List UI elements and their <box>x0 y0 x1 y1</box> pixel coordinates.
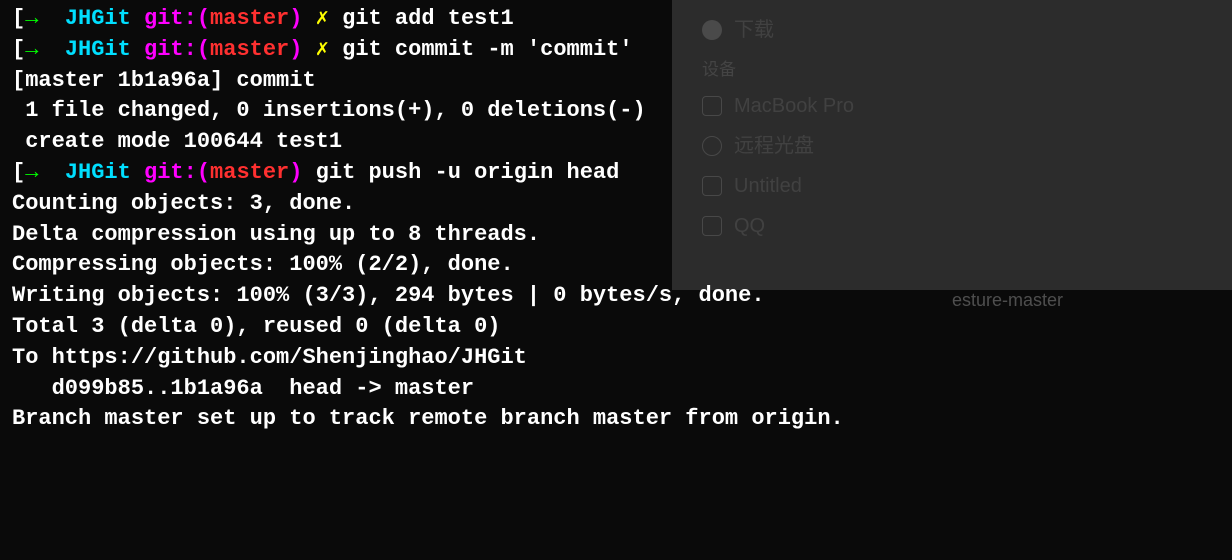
output-line: Total 3 (delta 0), reused 0 (delta 0) <box>12 312 1220 343</box>
prompt-git-close: ) <box>289 6 302 31</box>
prompt-arrow-icon: → <box>25 6 38 31</box>
prompt-dir: JHGit <box>65 160 131 185</box>
prompt-bracket: [ <box>12 160 25 185</box>
prompt-git-label: git:( <box>144 6 210 31</box>
prompt-line-3: [→ JHGit git:(master) git push -u origin… <box>12 158 1220 189</box>
prompt-git-close: ) <box>289 37 302 62</box>
prompt-arrow-icon: → <box>25 37 38 62</box>
output-line: Compressing objects: 100% (2/2), done. <box>12 250 1220 281</box>
prompt-dir: JHGit <box>65 37 131 62</box>
prompt-branch: master <box>210 6 289 31</box>
prompt-line-2: [→ JHGit git:(master) ✗ git commit -m 'c… <box>12 35 1220 66</box>
command-text-1: git add test1 <box>342 6 514 31</box>
output-line: Counting objects: 3, done. <box>12 189 1220 220</box>
prompt-line-1: [→ JHGit git:(master) ✗ git add test1 <box>12 4 1220 35</box>
prompt-dirty-icon: ✗ <box>316 37 329 62</box>
prompt-dirty-icon: ✗ <box>316 6 329 31</box>
output-line: d099b85..1b1a96a head -> master <box>12 374 1220 405</box>
output-line: Branch master set up to track remote bra… <box>12 404 1220 435</box>
prompt-branch: master <box>210 160 289 185</box>
output-line: [master 1b1a96a] commit <box>12 66 1220 97</box>
output-line: 1 file changed, 0 insertions(+), 0 delet… <box>12 96 1220 127</box>
output-line: Writing objects: 100% (3/3), 294 bytes |… <box>12 281 1220 312</box>
prompt-git-close: ) <box>289 160 302 185</box>
terminal-output[interactable]: [→ JHGit git:(master) ✗ git add test1 [→… <box>12 4 1220 435</box>
command-text-2: git commit -m 'commit' <box>342 37 632 62</box>
command-text-3: git push -u origin head <box>316 160 620 185</box>
prompt-git-label: git:( <box>144 160 210 185</box>
prompt-bracket: [ <box>12 6 25 31</box>
output-line: create mode 100644 test1 <box>12 127 1220 158</box>
prompt-git-label: git:( <box>144 37 210 62</box>
prompt-branch: master <box>210 37 289 62</box>
prompt-dir: JHGit <box>65 6 131 31</box>
prompt-bracket: [ <box>12 37 25 62</box>
output-line: Delta compression using up to 8 threads. <box>12 220 1220 251</box>
output-line: To https://github.com/Shenjinghao/JHGit <box>12 343 1220 374</box>
prompt-arrow-icon: → <box>25 160 38 185</box>
